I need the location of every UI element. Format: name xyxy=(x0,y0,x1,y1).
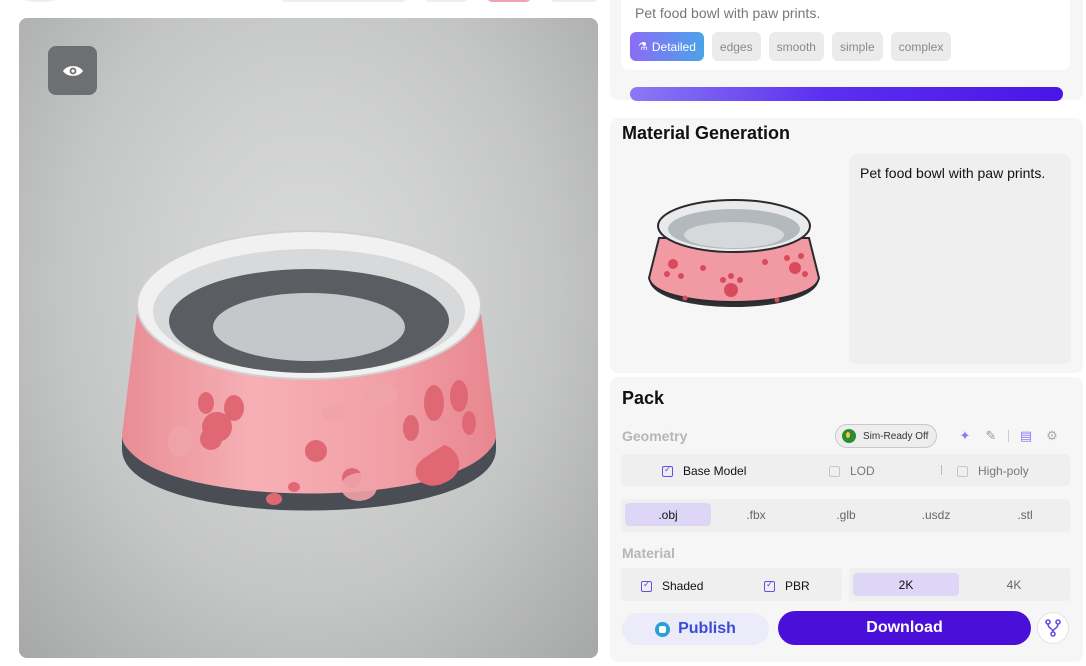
format-stl[interactable]: .stl xyxy=(982,503,1068,526)
checkbox-empty-icon xyxy=(829,465,840,477)
sim-ready-icon xyxy=(842,429,856,443)
section-title: Pack xyxy=(622,388,665,408)
resolution-selector: 2K 4K xyxy=(849,568,1070,601)
bowl-3d-model xyxy=(122,230,496,511)
top-control-stub[interactable] xyxy=(424,0,468,2)
pack-card: Pack Geometry Sim-Ready Off ✦ ✎ ▤ ⚙ Base… xyxy=(610,377,1083,662)
generation-progress-bar xyxy=(630,87,1063,101)
format-obj[interactable]: .obj xyxy=(625,503,711,526)
sparkle-icon[interactable]: ✦ xyxy=(956,428,974,444)
download-label: Download xyxy=(866,619,943,636)
publish-button[interactable]: Publish xyxy=(622,613,769,645)
section-title: Material Generation xyxy=(622,123,791,143)
resolution-4k[interactable]: 4K xyxy=(961,573,1067,596)
material-generation-card: Material Generation Pet food bowl with p… xyxy=(610,118,1083,373)
option-label: Base Model xyxy=(683,464,747,478)
format-selector: .obj .fbx .glb .usdz .stl xyxy=(621,499,1070,532)
material-label: Material xyxy=(622,545,675,561)
fork-icon xyxy=(1045,619,1061,637)
download-button[interactable]: Download xyxy=(778,611,1031,645)
prompt-text: Pet food bowl with paw prints. xyxy=(635,5,821,21)
prompt-card: Pet food bowl with paw prints. ⚗ Detaile… xyxy=(610,0,1083,100)
chip-simple[interactable]: simple xyxy=(831,32,883,61)
right-panel: Pet food bowl with paw prints. ⚗ Detaile… xyxy=(610,0,1085,666)
chip-label: complex xyxy=(898,39,944,54)
model-viewer[interactable] xyxy=(19,18,598,658)
flask-icon: ⚗ xyxy=(638,41,648,53)
model-options-row: Base Model LOD High-poly xyxy=(621,454,1070,486)
chip-detailed[interactable]: ⚗ Detailed xyxy=(630,32,704,61)
material-preview-thumbnail[interactable] xyxy=(645,198,823,318)
branch-button[interactable] xyxy=(1037,612,1069,644)
format-fbx[interactable]: .fbx xyxy=(713,503,799,526)
material-options-row: Shaded PBR xyxy=(621,568,842,601)
top-control-stub[interactable] xyxy=(487,0,531,2)
publish-label: Publish xyxy=(678,620,736,637)
format-glb[interactable]: .glb xyxy=(803,503,889,526)
geometry-tools: ✦ ✎ ▤ ⚙ xyxy=(956,428,1061,444)
settings-icon[interactable]: ⚙ xyxy=(1043,428,1061,444)
divider xyxy=(1008,430,1009,442)
checkbox-checked-icon xyxy=(764,579,775,592)
option-label: Shaded xyxy=(662,579,704,593)
geometry-label: Geometry xyxy=(622,428,688,444)
option-base-model[interactable]: Base Model xyxy=(662,464,746,478)
option-label: LOD xyxy=(850,464,875,478)
chip-edges[interactable]: edges xyxy=(711,32,761,61)
edit-pencil-icon[interactable]: ✎ xyxy=(982,428,1000,444)
format-usdz[interactable]: .usdz xyxy=(893,503,979,526)
chip-smooth[interactable]: smooth xyxy=(768,32,824,61)
material-prompt-box[interactable]: Pet food bowl with paw prints. xyxy=(849,154,1071,364)
divider xyxy=(941,465,942,475)
layout-icon[interactable]: ▤ xyxy=(1017,428,1035,444)
option-lod[interactable]: LOD xyxy=(829,464,875,478)
option-shaded[interactable]: Shaded xyxy=(641,579,703,593)
option-label: High-poly xyxy=(978,464,1029,478)
checkbox-checked-icon xyxy=(662,464,673,477)
option-high-poly[interactable]: High-poly xyxy=(957,464,1029,478)
toggle-view-button[interactable] xyxy=(48,46,97,95)
sim-ready-label: Sim-Ready Off xyxy=(863,430,929,442)
prompt-box[interactable]: Pet food bowl with paw prints. ⚗ Detaile… xyxy=(621,0,1070,70)
option-label: PBR xyxy=(785,579,810,593)
eye-icon xyxy=(62,65,83,76)
style-chips: ⚗ Detailed edges smooth simple complex xyxy=(630,32,952,61)
chip-label: smooth xyxy=(776,39,816,54)
resolution-2k[interactable]: 2K xyxy=(853,573,959,596)
checkbox-checked-icon xyxy=(641,579,652,592)
chip-label: Detailed xyxy=(651,39,696,54)
chip-complex[interactable]: complex xyxy=(890,32,952,61)
publish-icon xyxy=(655,621,671,637)
checkbox-empty-icon xyxy=(957,465,968,477)
option-pbr[interactable]: PBR xyxy=(764,579,810,593)
top-control-stub[interactable] xyxy=(280,0,407,2)
sim-ready-toggle[interactable]: Sim-Ready Off xyxy=(835,424,938,448)
top-control-stub[interactable] xyxy=(550,0,598,2)
chip-label: simple xyxy=(839,39,875,54)
top-control-stub[interactable] xyxy=(20,0,60,2)
material-prompt-text: Pet food bowl with paw prints. xyxy=(860,165,1046,181)
chip-label: edges xyxy=(719,39,753,54)
